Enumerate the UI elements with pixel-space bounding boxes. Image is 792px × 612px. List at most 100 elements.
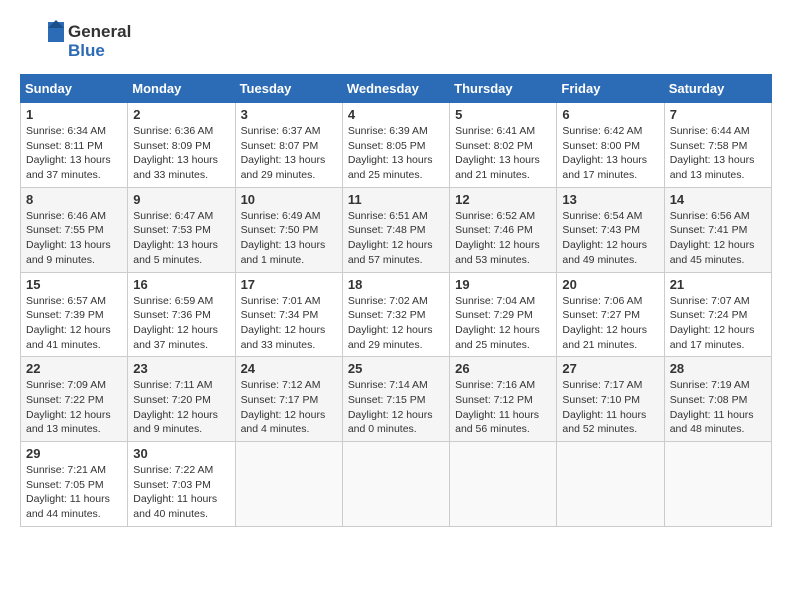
day-number: 30 (133, 446, 229, 461)
day-number: 8 (26, 192, 122, 207)
day-info: Sunrise: 7:16 AM Sunset: 7:12 PM Dayligh… (455, 378, 551, 437)
day-number: 4 (348, 107, 444, 122)
calendar-cell: 16 Sunrise: 6:59 AM Sunset: 7:36 PM Dayli… (128, 272, 235, 357)
logo-text-block: GeneralBlue (68, 23, 131, 60)
day-number: 27 (562, 361, 658, 376)
calendar-cell (557, 442, 664, 527)
calendar-cell: 19 Sunrise: 7:04 AM Sunset: 7:29 PM Dayli… (450, 272, 557, 357)
day-info: Sunrise: 6:41 AM Sunset: 8:02 PM Dayligh… (455, 124, 551, 183)
calendar-cell: 1Sunrise: 6:34 AM Sunset: 8:11 PM Daylig… (21, 103, 128, 188)
week-row-3: 15 Sunrise: 6:57 AM Sunset: 7:39 PM Dayli… (21, 272, 772, 357)
calendar-cell: 2 Sunrise: 6:36 AM Sunset: 8:09 PM Daylig… (128, 103, 235, 188)
day-number: 13 (562, 192, 658, 207)
day-number: 19 (455, 277, 551, 292)
calendar-cell: 5 Sunrise: 6:41 AM Sunset: 8:02 PM Daylig… (450, 103, 557, 188)
day-info: Sunrise: 6:39 AM Sunset: 8:05 PM Dayligh… (348, 124, 444, 183)
day-number: 23 (133, 361, 229, 376)
day-info: Sunrise: 6:36 AM Sunset: 8:09 PM Dayligh… (133, 124, 229, 183)
day-info: Sunrise: 7:17 AM Sunset: 7:10 PM Dayligh… (562, 378, 658, 437)
day-info: Sunrise: 7:01 AM Sunset: 7:34 PM Dayligh… (241, 294, 337, 353)
week-row-2: 8 Sunrise: 6:46 AM Sunset: 7:55 PM Daylig… (21, 187, 772, 272)
day-info: Sunrise: 7:19 AM Sunset: 7:08 PM Dayligh… (670, 378, 766, 437)
day-info: Sunrise: 7:21 AM Sunset: 7:05 PM Dayligh… (26, 463, 122, 522)
calendar-cell: 30 Sunrise: 7:22 AM Sunset: 7:03 PM Dayli… (128, 442, 235, 527)
day-number: 28 (670, 361, 766, 376)
calendar-cell: 12 Sunrise: 6:52 AM Sunset: 7:46 PM Dayli… (450, 187, 557, 272)
day-number: 24 (241, 361, 337, 376)
logo: GeneralBlue (20, 20, 131, 64)
day-info: Sunrise: 6:57 AM Sunset: 7:39 PM Dayligh… (26, 294, 122, 353)
day-info: Sunrise: 6:54 AM Sunset: 7:43 PM Dayligh… (562, 209, 658, 268)
calendar-cell: 23 Sunrise: 7:11 AM Sunset: 7:20 PM Dayli… (128, 357, 235, 442)
calendar-cell: 11Sunrise: 6:51 AM Sunset: 7:48 PM Dayli… (342, 187, 449, 272)
day-info: Sunrise: 7:14 AM Sunset: 7:15 PM Dayligh… (348, 378, 444, 437)
calendar-cell: 17 Sunrise: 7:01 AM Sunset: 7:34 PM Dayli… (235, 272, 342, 357)
day-number: 12 (455, 192, 551, 207)
weekday-header-saturday: Saturday (664, 75, 771, 103)
calendar-cell: 25 Sunrise: 7:14 AM Sunset: 7:15 PM Dayli… (342, 357, 449, 442)
day-number: 29 (26, 446, 122, 461)
day-info: Sunrise: 6:44 AM Sunset: 7:58 PM Dayligh… (670, 124, 766, 183)
weekday-header-friday: Friday (557, 75, 664, 103)
day-info: Sunrise: 7:22 AM Sunset: 7:03 PM Dayligh… (133, 463, 229, 522)
calendar-cell: 6Sunrise: 6:42 AM Sunset: 8:00 PM Daylig… (557, 103, 664, 188)
calendar-cell: 10 Sunrise: 6:49 AM Sunset: 7:50 PM Dayli… (235, 187, 342, 272)
calendar-cell: 26Sunrise: 7:16 AM Sunset: 7:12 PM Dayli… (450, 357, 557, 442)
day-info: Sunrise: 6:49 AM Sunset: 7:50 PM Dayligh… (241, 209, 337, 268)
day-info: Sunrise: 7:02 AM Sunset: 7:32 PM Dayligh… (348, 294, 444, 353)
calendar-cell: 22 Sunrise: 7:09 AM Sunset: 7:22 PM Dayli… (21, 357, 128, 442)
day-info: Sunrise: 6:34 AM Sunset: 8:11 PM Dayligh… (26, 124, 122, 183)
logo-general: General (68, 23, 131, 42)
calendar-cell (235, 442, 342, 527)
calendar-cell: 27 Sunrise: 7:17 AM Sunset: 7:10 PM Dayli… (557, 357, 664, 442)
day-number: 3 (241, 107, 337, 122)
day-info: Sunrise: 7:11 AM Sunset: 7:20 PM Dayligh… (133, 378, 229, 437)
page-header: GeneralBlue (20, 20, 772, 64)
calendar-cell: 14 Sunrise: 6:56 AM Sunset: 7:41 PM Dayli… (664, 187, 771, 272)
day-info: Sunrise: 6:47 AM Sunset: 7:53 PM Dayligh… (133, 209, 229, 268)
calendar-cell: 13 Sunrise: 6:54 AM Sunset: 7:43 PM Dayli… (557, 187, 664, 272)
day-number: 5 (455, 107, 551, 122)
day-number: 7 (670, 107, 766, 122)
day-number: 9 (133, 192, 229, 207)
calendar-cell: 3Sunrise: 6:37 AM Sunset: 8:07 PM Daylig… (235, 103, 342, 188)
day-info: Sunrise: 6:56 AM Sunset: 7:41 PM Dayligh… (670, 209, 766, 268)
calendar-cell: 18 Sunrise: 7:02 AM Sunset: 7:32 PM Dayli… (342, 272, 449, 357)
day-info: Sunrise: 6:46 AM Sunset: 7:55 PM Dayligh… (26, 209, 122, 268)
day-info: Sunrise: 6:59 AM Sunset: 7:36 PM Dayligh… (133, 294, 229, 353)
day-number: 2 (133, 107, 229, 122)
day-info: Sunrise: 7:09 AM Sunset: 7:22 PM Dayligh… (26, 378, 122, 437)
weekday-header-row: SundayMondayTuesdayWednesdayThursdayFrid… (21, 75, 772, 103)
calendar-cell: 20Sunrise: 7:06 AM Sunset: 7:27 PM Dayli… (557, 272, 664, 357)
calendar-cell (664, 442, 771, 527)
calendar-cell: 8 Sunrise: 6:46 AM Sunset: 7:55 PM Daylig… (21, 187, 128, 272)
day-number: 10 (241, 192, 337, 207)
weekday-header-monday: Monday (128, 75, 235, 103)
day-number: 11 (348, 192, 444, 207)
week-row-5: 29 Sunrise: 7:21 AM Sunset: 7:05 PM Dayli… (21, 442, 772, 527)
day-number: 25 (348, 361, 444, 376)
day-number: 22 (26, 361, 122, 376)
day-number: 14 (670, 192, 766, 207)
calendar-cell: 29 Sunrise: 7:21 AM Sunset: 7:05 PM Dayli… (21, 442, 128, 527)
weekday-header-tuesday: Tuesday (235, 75, 342, 103)
day-info: Sunrise: 7:04 AM Sunset: 7:29 PM Dayligh… (455, 294, 551, 353)
weekday-header-thursday: Thursday (450, 75, 557, 103)
day-number: 17 (241, 277, 337, 292)
week-row-4: 22 Sunrise: 7:09 AM Sunset: 7:22 PM Dayli… (21, 357, 772, 442)
logo-svg (20, 20, 64, 64)
day-number: 20 (562, 277, 658, 292)
day-number: 21 (670, 277, 766, 292)
calendar-cell: 9 Sunrise: 6:47 AM Sunset: 7:53 PM Daylig… (128, 187, 235, 272)
calendar-cell: 15 Sunrise: 6:57 AM Sunset: 7:39 PM Dayli… (21, 272, 128, 357)
day-info: Sunrise: 6:52 AM Sunset: 7:46 PM Dayligh… (455, 209, 551, 268)
day-number: 6 (562, 107, 658, 122)
weekday-header-wednesday: Wednesday (342, 75, 449, 103)
day-number: 16 (133, 277, 229, 292)
calendar-cell (450, 442, 557, 527)
calendar-cell: 21Sunrise: 7:07 AM Sunset: 7:24 PM Dayli… (664, 272, 771, 357)
calendar-cell: 4 Sunrise: 6:39 AM Sunset: 8:05 PM Daylig… (342, 103, 449, 188)
day-number: 15 (26, 277, 122, 292)
day-info: Sunrise: 7:12 AM Sunset: 7:17 PM Dayligh… (241, 378, 337, 437)
day-number: 18 (348, 277, 444, 292)
